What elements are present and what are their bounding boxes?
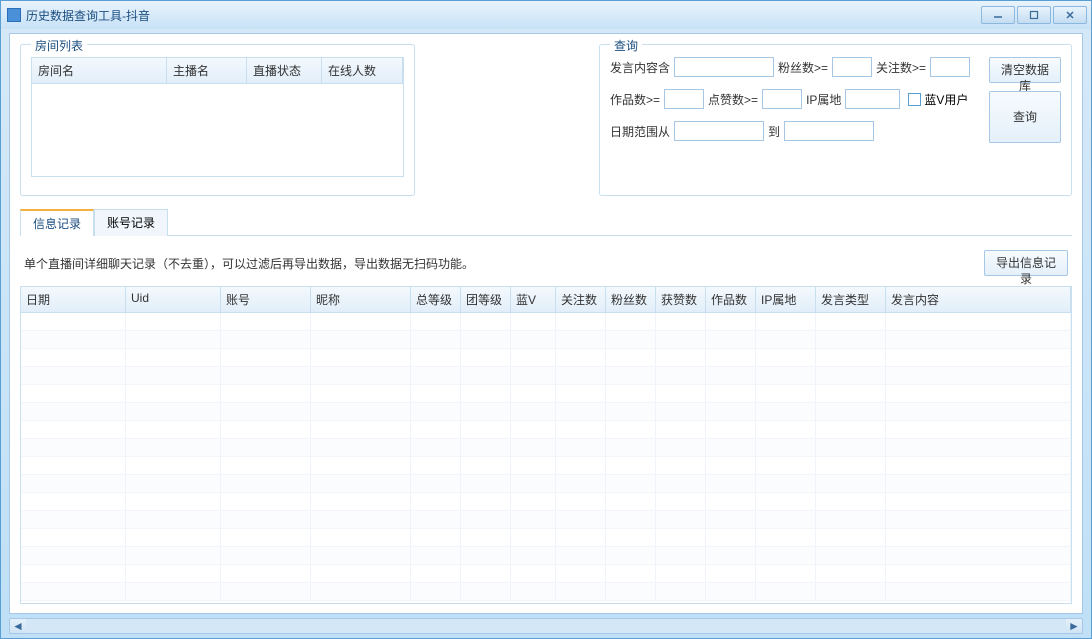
col-ip[interactable]: IP属地: [756, 287, 816, 312]
label-fans-gte: 粉丝数>=: [778, 59, 828, 76]
titlebar: 历史数据查询工具-抖音: [1, 1, 1091, 29]
export-info-button[interactable]: 导出信息记录: [984, 250, 1068, 276]
scroll-right-arrow-icon[interactable]: ►: [1066, 619, 1082, 633]
table-row: [21, 511, 1071, 529]
col-total-level[interactable]: 总等级: [411, 287, 461, 312]
roomlist-table[interactable]: 房间名 主播名 直播状态 在线人数: [31, 57, 404, 177]
table-row: [21, 367, 1071, 385]
tab-content-info: 单个直播间详细聊天记录（不去重），可以过滤后再导出数据，导出数据无扫码功能。 导…: [20, 235, 1072, 604]
label-blue-v: 蓝V用户: [924, 91, 968, 108]
input-likes-gte[interactable]: [762, 89, 802, 109]
tab-account-records[interactable]: 账号记录: [94, 209, 168, 236]
table-row: [21, 439, 1071, 457]
table-row: [21, 583, 1071, 601]
info-description: 单个直播间详细聊天记录（不去重），可以过滤后再导出数据，导出数据无扫码功能。: [24, 255, 984, 272]
table-row: [21, 385, 1071, 403]
query-row-3: 日期范围从 到: [610, 121, 979, 141]
titlebar-left: 历史数据查询工具-抖音: [7, 7, 150, 24]
info-desc-row: 单个直播间详细聊天记录（不去重），可以过滤后再导出数据，导出数据无扫码功能。 导…: [20, 244, 1072, 286]
label-date-to: 到: [768, 123, 780, 140]
tab-info-records[interactable]: 信息记录: [20, 209, 94, 236]
col-date[interactable]: 日期: [21, 287, 126, 312]
col-team-level[interactable]: 团等级: [461, 287, 511, 312]
col-follow[interactable]: 关注数: [556, 287, 606, 312]
horizontal-scrollbar[interactable]: ◄ ►: [9, 618, 1083, 634]
scroll-left-arrow-icon[interactable]: ◄: [10, 619, 26, 633]
input-ip-location[interactable]: [845, 89, 900, 109]
roomlist-col-roomname[interactable]: 房间名: [32, 58, 167, 83]
window-controls: [981, 6, 1087, 24]
table-row: [21, 565, 1071, 583]
roomlist-col-hostname[interactable]: 主播名: [167, 58, 247, 83]
input-follow-gte[interactable]: [930, 57, 970, 77]
query-fields: 发言内容含 粉丝数>= 关注数>= 作品数>= 点赞数>= IP属地: [610, 57, 979, 185]
table-row: [21, 493, 1071, 511]
top-row: 房间列表 房间名 主播名 直播状态 在线人数 查询 发言内容含: [20, 44, 1072, 196]
app-window: 历史数据查询工具-抖音 房间列表 房间名 主播名 直播状态: [0, 0, 1092, 639]
col-speech-content[interactable]: 发言内容: [886, 287, 1071, 312]
roomlist-group-title: 房间列表: [31, 37, 87, 54]
label-follow-gte: 关注数>=: [876, 59, 926, 76]
table-row: [21, 349, 1071, 367]
query-group-title: 查询: [610, 37, 642, 54]
blue-v-checkbox[interactable]: [908, 93, 921, 106]
roomlist-col-status[interactable]: 直播状态: [247, 58, 322, 83]
table-row: [21, 529, 1071, 547]
col-account[interactable]: 账号: [221, 287, 311, 312]
blue-v-checkbox-wrap[interactable]: 蓝V用户: [908, 91, 968, 108]
label-speech-contains: 发言内容含: [610, 59, 670, 76]
table-row: [21, 421, 1071, 439]
spacer: [427, 44, 587, 196]
label-ip-location: IP属地: [806, 91, 841, 108]
close-button[interactable]: [1053, 6, 1087, 24]
table-row: [21, 403, 1071, 421]
col-uid[interactable]: Uid: [126, 287, 221, 312]
roomlist-col-online[interactable]: 在线人数: [322, 58, 403, 83]
input-fans-gte[interactable]: [832, 57, 872, 77]
input-works-gte[interactable]: [664, 89, 704, 109]
query-row-1: 发言内容含 粉丝数>= 关注数>=: [610, 57, 979, 77]
col-works[interactable]: 作品数: [706, 287, 756, 312]
col-nickname[interactable]: 昵称: [311, 287, 411, 312]
table-row: [21, 547, 1071, 565]
col-fans[interactable]: 粉丝数: [606, 287, 656, 312]
input-date-to[interactable]: [784, 121, 874, 141]
col-speech-type[interactable]: 发言类型: [816, 287, 886, 312]
input-speech-contains[interactable]: [674, 57, 774, 77]
label-date-from: 日期范围从: [610, 123, 670, 140]
minimize-button[interactable]: [981, 6, 1015, 24]
table-row: [21, 313, 1071, 331]
maximize-button[interactable]: [1017, 6, 1051, 24]
label-likes-gte: 点赞数>=: [708, 91, 758, 108]
info-table-header: 日期 Uid 账号 昵称 总等级 团等级 蓝V 关注数 粉丝数 获赞数 作品数 …: [21, 287, 1071, 313]
col-bluev[interactable]: 蓝V: [511, 287, 556, 312]
col-likes[interactable]: 获赞数: [656, 287, 706, 312]
window-title: 历史数据查询工具-抖音: [26, 7, 150, 24]
tabs: 信息记录 账号记录 单个直播间详细聊天记录（不去重），可以过滤后再导出数据，导出…: [20, 208, 1072, 604]
query-buttons: 清空数据库 查询: [989, 57, 1061, 185]
table-row: [21, 331, 1071, 349]
roomlist-header: 房间名 主播名 直播状态 在线人数: [32, 58, 403, 84]
query-button[interactable]: 查询: [989, 91, 1061, 143]
query-group: 查询 发言内容含 粉丝数>= 关注数>= 作品数>= 点赞数>=: [599, 44, 1072, 196]
roomlist-group: 房间列表 房间名 主播名 直播状态 在线人数: [20, 44, 415, 196]
info-data-table[interactable]: 日期 Uid 账号 昵称 总等级 团等级 蓝V 关注数 粉丝数 获赞数 作品数 …: [20, 286, 1072, 604]
clear-db-button[interactable]: 清空数据库: [989, 57, 1061, 83]
info-table-body: [21, 313, 1071, 603]
table-row: [21, 475, 1071, 493]
content-area: 房间列表 房间名 主播名 直播状态 在线人数 查询 发言内容含: [9, 33, 1083, 614]
app-icon: [7, 8, 21, 22]
tab-headers: 信息记录 账号记录: [20, 208, 1072, 235]
query-row-2: 作品数>= 点赞数>= IP属地 蓝V用户: [610, 89, 979, 109]
scrollbar-track[interactable]: [26, 619, 1066, 633]
table-row: [21, 457, 1071, 475]
label-works-gte: 作品数>=: [610, 91, 660, 108]
input-date-from[interactable]: [674, 121, 764, 141]
